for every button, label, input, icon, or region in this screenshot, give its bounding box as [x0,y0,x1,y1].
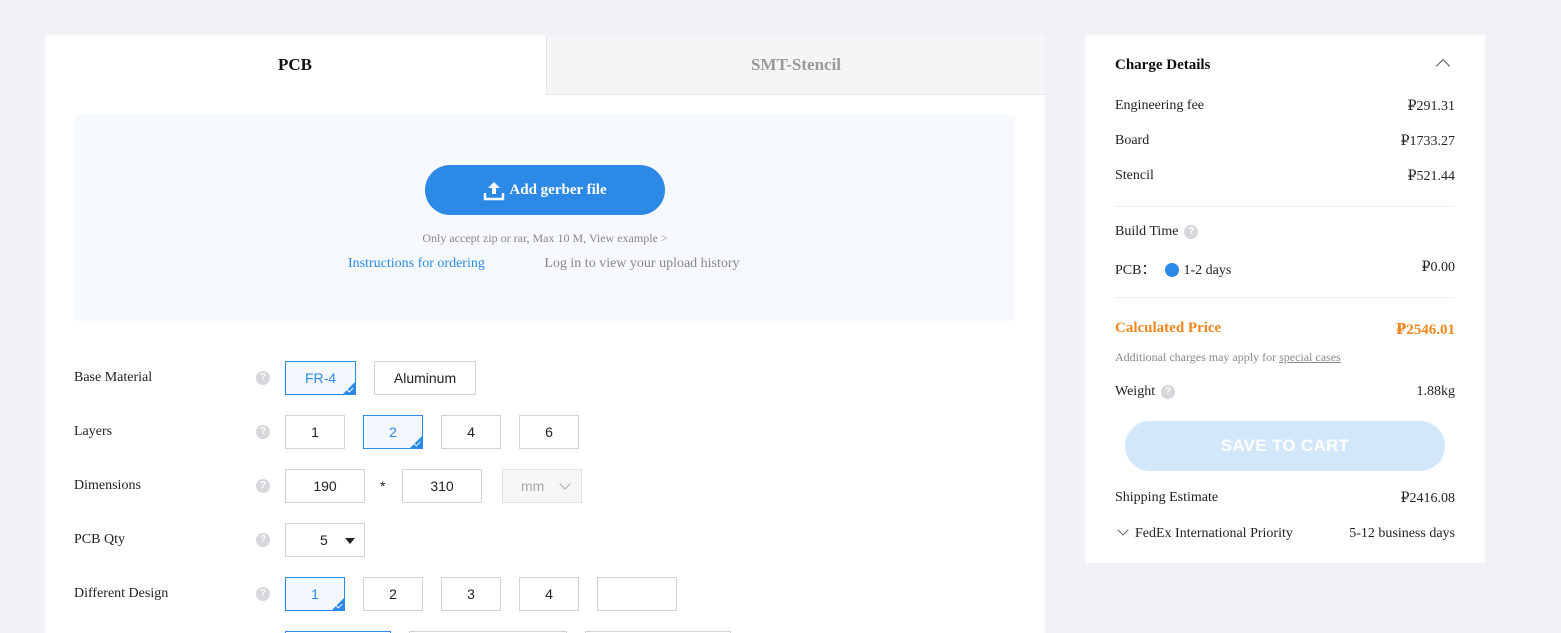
dimension-width-input[interactable]: 190 [285,469,365,503]
weight-row: Weight? 1.88kg [1115,384,1455,400]
radio-selected-icon[interactable] [1165,262,1180,277]
caret-down-icon [345,538,355,544]
help-icon[interactable]: ? [1184,224,1199,239]
calculated-price-row: Calculated Price ₽2546.01 [1115,320,1455,338]
dimensions-label: Dimensions [74,478,141,493]
different-design-option-4[interactable]: 4 [519,577,579,611]
stencil-value: ₽521.44 [1407,169,1455,184]
pcb-qty-value: 5 [320,532,328,548]
shipping-method-row[interactable]: FedEx International Priority 5-12 busine… [1115,524,1455,542]
additional-charges-note: Additional charges may apply for special… [1115,350,1455,365]
different-design-option-1[interactable]: 1 [285,577,345,611]
engineering-fee-row: Engineering fee ₽291.31 [1115,98,1455,114]
build-time-option[interactable]: 1-2 days [1183,263,1231,278]
build-time-row: Build Time? [1115,224,1455,240]
different-design-option-2[interactable]: 2 [363,577,423,611]
help-icon[interactable]: ? [256,371,270,385]
calculated-price-value: ₽2546.01 [1395,322,1455,338]
add-gerber-file-button[interactable]: Add gerber file [425,165,665,215]
base-material-aluminum[interactable]: Aluminum [374,361,476,395]
dimension-unit-value: mm [521,478,545,494]
base-material-fr4[interactable]: FR-4 [285,361,356,395]
divider [1115,206,1455,207]
pcb-qty-label: PCB Qty [74,532,125,547]
chevron-down-icon[interactable] [1117,524,1129,536]
build-time-value: ₽0.00 [1421,260,1455,275]
board-row: Board ₽1733.27 [1115,133,1455,149]
upload-note: Only accept zip or rar, Max 10 M, View e… [422,231,668,245]
shipping-estimate-label: Shipping Estimate [1115,490,1219,505]
help-icon[interactable]: ? [256,479,270,493]
tab-pcb[interactable]: PCB [45,35,545,95]
pcb-qty-select[interactable]: 5 [285,523,365,557]
base-material-label: Base Material [74,370,153,385]
divider [1115,297,1455,298]
stencil-label: Stencil [1115,168,1154,183]
engineering-fee-value: ₽291.31 [1407,99,1455,114]
layers-option-4[interactable]: 4 [441,415,501,449]
engineering-fee-label: Engineering fee [1115,98,1205,113]
help-icon[interactable]: ? [256,587,270,601]
build-time-label: Build Time [1115,224,1179,239]
special-cases-link[interactable]: special cases [1279,350,1341,364]
layers-label: Layers [74,424,113,439]
upload-history-link[interactable]: Log in to view your upload history [544,256,739,271]
product-tabs: PCB SMT-Stencil [45,35,1045,95]
dimension-unit-select[interactable]: mm [502,469,582,503]
upload-icon [484,182,505,201]
dimension-height-input[interactable]: 310 [402,469,482,503]
upload-links: Instructions for ordering Log in to view… [348,256,740,272]
layers-option-6[interactable]: 6 [519,415,579,449]
calculated-price-label: Calculated Price [1115,320,1222,336]
chevron-up-icon[interactable] [1435,58,1451,74]
weight-label: Weight [1115,384,1156,399]
help-icon[interactable]: ? [256,533,270,547]
charge-details-panel: Charge Details Engineering fee ₽291.31 B… [1085,35,1485,563]
chevron-down-icon [559,478,571,490]
weight-value: 1.88kg [1416,384,1456,399]
layers-option-1[interactable]: 1 [285,415,345,449]
shipping-estimate-value: ₽2416.08 [1400,491,1455,506]
shipping-method[interactable]: FedEx International Priority [1135,526,1293,541]
dimension-times: * [380,478,386,494]
different-design-label: Different Design [74,586,169,601]
help-icon[interactable]: ? [256,425,270,439]
save-to-cart-button[interactable]: SAVE TO CART [1125,421,1445,471]
shipping-days: 5-12 business days [1349,526,1455,541]
different-design-option-3[interactable]: 3 [441,577,501,611]
build-time-pcb-label: PCB： [1115,263,1156,278]
board-value: ₽1733.27 [1400,134,1455,149]
pcb-quote-panel: PCB SMT-Stencil Add gerber file Only acc… [45,35,1045,633]
layers-option-2[interactable]: 2 [363,415,423,449]
upload-drop-zone[interactable]: Add gerber file Only accept zip or rar, … [75,115,1015,321]
help-icon[interactable]: ? [1161,384,1176,399]
stencil-row: Stencil ₽521.44 [1115,168,1455,184]
instructions-link[interactable]: Instructions for ordering [348,256,485,271]
build-time-pcb-row: PCB： 1-2 days ₽0.00 [1115,259,1455,279]
tab-smt-stencil[interactable]: SMT-Stencil [546,35,1045,95]
charge-details-title: Charge Details [1115,57,1211,73]
different-design-custom-input[interactable] [597,577,677,611]
add-gerber-file-label: Add gerber file [509,181,607,198]
board-label: Board [1115,133,1150,148]
shipping-estimate-row: Shipping Estimate ₽2416.08 [1115,490,1455,506]
additional-charges-text: Additional charges may apply for [1115,350,1280,364]
